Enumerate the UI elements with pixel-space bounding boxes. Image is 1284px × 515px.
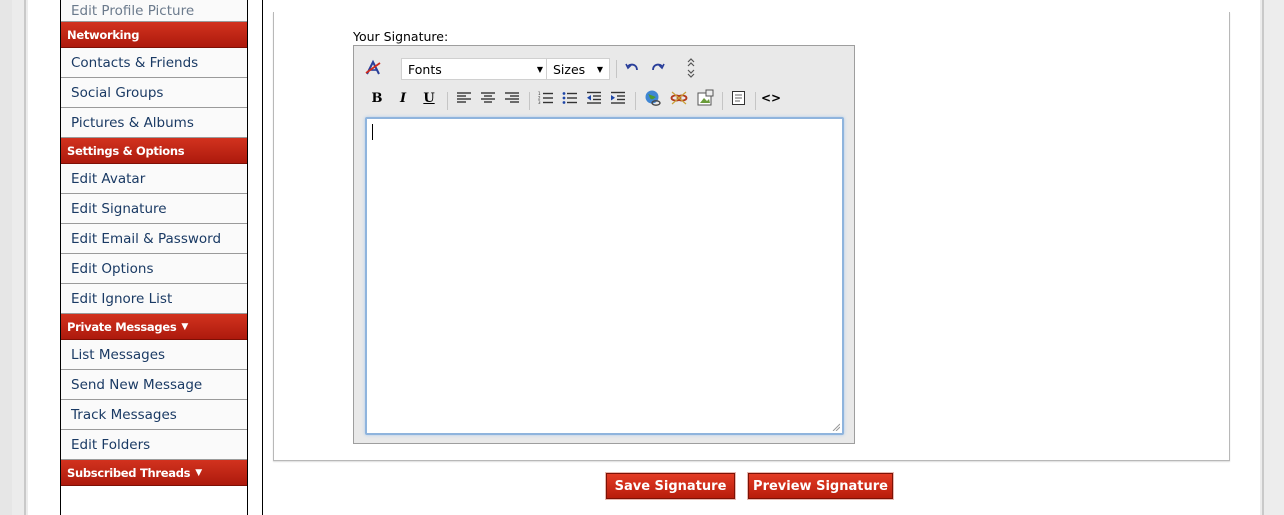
text-caret — [372, 124, 373, 140]
signature-textarea[interactable] — [365, 117, 844, 435]
sidebar-item[interactable]: Edit Profile Picture — [61, 0, 247, 22]
left-border-line — [24, 0, 26, 515]
indent-icon[interactable] — [608, 88, 628, 108]
sidebar-section-header: Settings & Options — [61, 138, 247, 164]
collapse-arrow-icon[interactable]: ▼ — [195, 468, 202, 478]
resize-editor-icon[interactable] — [684, 56, 698, 80]
resize-grip-icon[interactable] — [832, 423, 840, 431]
sidebar-item[interactable]: List Messages — [61, 340, 247, 370]
signature-label: Your Signature: — [353, 29, 449, 44]
chevron-down-icon: ▼ — [536, 64, 543, 74]
bold-button[interactable]: B — [368, 88, 386, 108]
unordered-list-icon[interactable] — [560, 88, 580, 108]
preview-signature-button[interactable]: Preview Signature — [748, 473, 893, 499]
font-size-select[interactable]: Sizes ▼ — [546, 58, 610, 80]
user-control-panel-sidebar: Edit Profile Picture Networking Contacts &… — [60, 0, 248, 515]
redo-icon[interactable] — [648, 59, 668, 79]
wysiwyg-editor: Fonts ▼ Sizes ▼ B I U 1 2 3 <> — [353, 45, 855, 444]
sidebar-item[interactable]: Edit Avatar — [61, 164, 247, 194]
svg-text:3: 3 — [538, 100, 541, 105]
sidebar-item[interactable]: Edit Email & Password — [61, 224, 247, 254]
chevron-down-icon: ▼ — [596, 64, 603, 74]
sidebar-item[interactable]: Track Messages — [61, 400, 247, 430]
sidebar-header-label: Private Messages — [67, 319, 177, 334]
toolbar-separator — [616, 60, 617, 78]
align-left-icon[interactable] — [454, 88, 474, 108]
outdent-icon[interactable] — [584, 88, 604, 108]
insert-image-icon[interactable] — [694, 88, 716, 108]
toolbar-separator — [447, 92, 448, 110]
italic-button[interactable]: I — [394, 88, 412, 108]
underline-button[interactable]: U — [420, 88, 438, 108]
font-family-select[interactable]: Fonts ▼ — [401, 58, 550, 80]
undo-icon[interactable] — [622, 59, 642, 79]
remove-link-icon[interactable] — [668, 88, 690, 108]
editor-toolbar-format: B I U 123 <> — [354, 88, 854, 112]
font-size-value: Sizes — [553, 61, 586, 77]
toolbar-separator — [755, 92, 756, 110]
align-center-icon[interactable] — [478, 88, 498, 108]
font-family-value: Fonts — [408, 61, 442, 77]
sidebar-header-label: Networking — [67, 27, 140, 42]
collapse-arrow-icon[interactable]: ▼ — [181, 322, 188, 332]
remove-format-icon[interactable] — [362, 58, 384, 78]
window-left-rail — [0, 0, 12, 515]
toolbar-separator — [635, 92, 636, 110]
save-signature-button[interactable]: Save Signature — [606, 473, 735, 499]
sidebar-item[interactable]: Contacts & Friends — [61, 48, 247, 78]
sidebar-section-header[interactable]: Subscribed Threads ▼ — [61, 460, 247, 486]
sidebar-item[interactable]: Send New Message — [61, 370, 247, 400]
sidebar-section-header: Networking — [61, 22, 247, 48]
sidebar-header-label: Subscribed Threads — [67, 465, 191, 480]
window-right-rail — [1270, 0, 1284, 515]
sidebar-item[interactable]: Social Groups — [61, 78, 247, 108]
editor-toolbar-top: Fonts ▼ Sizes ▼ — [354, 56, 854, 80]
sidebar-item[interactable]: Edit Options — [61, 254, 247, 284]
sidebar-item[interactable]: Pictures & Albums — [61, 108, 247, 138]
insert-quote-icon[interactable] — [728, 88, 750, 108]
align-right-icon[interactable] — [502, 88, 522, 108]
toolbar-separator — [722, 92, 723, 110]
sidebar-item[interactable]: Edit Signature — [61, 194, 247, 224]
sidebar-section-header[interactable]: Private Messages ▼ — [61, 314, 247, 340]
insert-link-icon[interactable] — [642, 88, 664, 108]
toolbar-separator — [529, 92, 530, 110]
sidebar-item[interactable]: Edit Folders — [61, 430, 247, 460]
sidebar-item[interactable]: Edit Ignore List — [61, 284, 247, 314]
ordered-list-icon[interactable]: 123 — [536, 88, 556, 108]
sidebar-header-label: Settings & Options — [67, 143, 185, 158]
toggle-source-button[interactable]: <> — [760, 88, 782, 108]
